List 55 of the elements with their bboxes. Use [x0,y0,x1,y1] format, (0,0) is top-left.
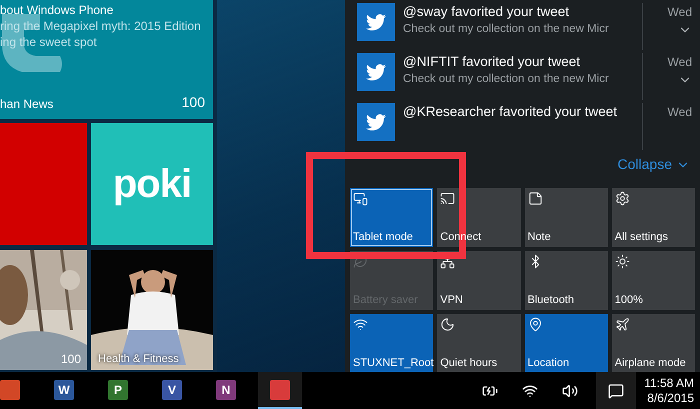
notification-title: @NIFTIT favorited your tweet [403,53,582,71]
notification-body: Check out my collection on the new Micr [403,72,610,87]
moon-icon [440,317,456,332]
note-icon [528,191,542,206]
notification[interactable]: @KResearcher favorited your tweet Wed [345,100,700,150]
notification[interactable]: @NIFTIT favorited your tweet Check out my collection on the new Micr Wed [345,50,700,100]
bird-icon [366,114,386,130]
poki-logo: poki [112,161,192,208]
quick-action-tile[interactable]: All settings [612,188,695,247]
taskbar-app[interactable]: P [96,372,140,409]
quick-action-tile[interactable]: 100% [612,251,695,310]
app-icon: V [162,380,182,400]
wifi-icon[interactable] [522,382,538,398]
taskbar-app[interactable]: V [150,372,194,409]
app-icon: W [54,380,74,400]
app-icon: P [108,380,128,400]
clock-time[interactable]: 11:58 AM [644,376,694,390]
notification-title: @KResearcher favorited your tweet [403,103,618,121]
bird-icon [366,14,386,30]
notification-time: Wed [668,4,692,21]
app-icon: N [216,380,236,400]
quick-action-tile[interactable]: Airplane mode [612,314,695,372]
notification[interactable]: @sway favorited your tweet Check out my collection on the new Micr Wed [345,0,700,50]
clock-date[interactable]: 8/6/2015 [647,390,694,406]
taskbar-app[interactable]: W [42,372,86,409]
taskbar-app[interactable] [258,372,302,409]
quick-action-tile[interactable]: Bluetooth [524,251,608,310]
quick-action-tile[interactable]: Quiet hours [437,314,520,372]
notification-body: Check out my collection on the new Micr [403,22,610,37]
tablet-icon [353,191,368,206]
quick-action-tile[interactable]: Location [524,314,608,372]
settings-icon [614,191,630,206]
app-icon [0,380,20,400]
notification-title: @sway favorited your tweet [403,3,570,21]
quick-action-tile[interactable]: Tablet mode [350,188,434,247]
collapse-link[interactable]: Collapse [618,154,690,175]
tile-count-label: 100 [182,93,205,112]
notification-icon [608,382,624,398]
sun-icon [614,254,630,269]
app-icon [270,380,290,400]
pin-icon [528,317,542,332]
tile-count-label: 100 [60,351,81,368]
action-center-button[interactable] [596,372,636,409]
tile-headline: bout Windows Phone [0,3,114,18]
screen-cast-icon [440,191,456,206]
app-tile[interactable] [0,123,87,245]
tile-name: han News [0,96,54,113]
airplane-icon [614,317,630,332]
notification-time: Wed [668,54,692,71]
bird-icon [366,64,386,80]
volume-icon[interactable] [562,382,578,398]
quick-action-tile[interactable]: VPN [437,251,520,310]
taskbar-app[interactable]: N [204,372,248,409]
notification-time: Wed [668,104,692,121]
quick-action-tile[interactable]: Note [524,188,608,247]
